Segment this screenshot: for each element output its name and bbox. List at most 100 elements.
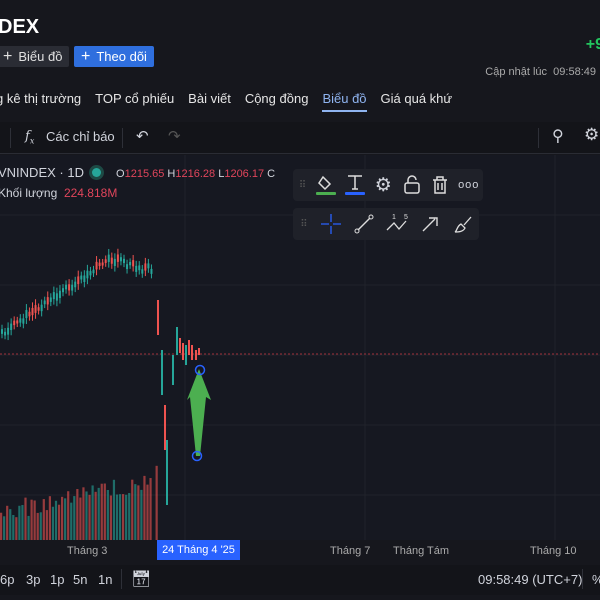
candle-body	[92, 269, 95, 274]
quick-search-icon[interactable]: ⚲	[552, 126, 564, 146]
candle-body	[141, 269, 144, 274]
volume-bar	[118, 494, 122, 540]
redo-icon[interactable]: ↷	[168, 127, 181, 145]
follow-button[interactable]: + Theo dõi	[74, 46, 154, 67]
volume-bar	[94, 491, 97, 540]
volume-bar	[15, 517, 18, 540]
go-to-date-icon[interactable]: 📅︎	[131, 569, 151, 589]
volume-bar	[67, 491, 70, 540]
candle-body	[176, 327, 178, 355]
candle-body	[34, 305, 37, 313]
undo-icon[interactable]: ↶	[136, 127, 149, 145]
text-icon[interactable]	[341, 169, 370, 201]
settings-icon[interactable]: ⚙	[584, 125, 599, 145]
tab-market-stats[interactable]: g kê thị trường	[0, 91, 81, 112]
trend-line-icon[interactable]	[348, 208, 381, 240]
candle-body	[138, 265, 141, 271]
symbol-title: DEX	[0, 16, 40, 38]
candle-body	[86, 270, 89, 279]
volume-bar	[36, 512, 39, 540]
volume-bar	[27, 515, 30, 540]
range-1p[interactable]: 1p	[50, 572, 64, 587]
volume-bar	[137, 485, 140, 540]
volume-bar	[109, 495, 112, 540]
candle-body	[55, 293, 58, 301]
paint-bucket-icon[interactable]	[312, 169, 341, 201]
percent-toggle[interactable]: %	[592, 572, 600, 587]
tab-community[interactable]: Cộng đồng	[245, 91, 309, 112]
time-axis[interactable]: Tháng 3 Tháng 7 Tháng Tám Tháng 10	[0, 540, 600, 562]
fx-icon: fx	[25, 129, 35, 146]
more-icon[interactable]: ooo	[455, 169, 484, 201]
volume-bar	[21, 505, 24, 540]
volume-bar	[97, 487, 100, 540]
candle-body	[43, 300, 46, 305]
candle-body	[83, 275, 86, 283]
open-label: O	[116, 168, 125, 180]
volume-bar	[70, 502, 73, 540]
range-6p[interactable]: 6p	[0, 572, 14, 587]
add-chart-label: Biểu đồ	[18, 49, 63, 64]
symbol-interval: VNINDEX · 1D	[0, 165, 84, 180]
volume-bar	[112, 479, 116, 540]
range-5n[interactable]: 5n	[73, 572, 87, 587]
candle-body	[135, 265, 138, 272]
candle-body	[10, 323, 13, 331]
axis-label: Tháng 10	[530, 545, 577, 557]
candle-body	[107, 254, 110, 262]
tab-history[interactable]: Giá quá khứ	[381, 91, 453, 112]
trash-icon[interactable]	[426, 169, 455, 201]
volume-bar	[51, 506, 55, 540]
candle-body	[198, 348, 200, 355]
candle-body	[28, 311, 31, 317]
axis-label: Tháng 7	[330, 545, 371, 557]
path-icon[interactable]: 15	[381, 208, 414, 240]
candle-body	[4, 331, 7, 336]
unlock-icon[interactable]	[398, 169, 427, 201]
volume-bar	[64, 498, 67, 540]
gear-icon[interactable]: ⚙	[369, 169, 398, 201]
volume-bar	[100, 483, 103, 540]
candle-body	[172, 355, 174, 385]
updated-value: 09:58:49	[553, 66, 596, 78]
tab-articles[interactable]: Bài viết	[188, 91, 231, 112]
drawing-toolbar: ⠿ ⚙ ooo	[293, 169, 483, 201]
candle-body	[123, 258, 125, 264]
crosshair-icon[interactable]	[315, 208, 348, 240]
drag-handle-icon[interactable]: ⠿	[293, 180, 312, 191]
volume-bar	[9, 509, 12, 540]
volume-bar	[146, 484, 149, 540]
brush-icon[interactable]	[446, 208, 479, 240]
follow-label: Theo dõi	[96, 49, 147, 64]
range-3p[interactable]: 3p	[26, 572, 40, 587]
candle-body	[80, 275, 83, 280]
candle-body	[52, 292, 55, 300]
volume-bar	[103, 483, 106, 540]
candle-body	[74, 281, 77, 288]
tab-chart[interactable]: Biểu đồ	[322, 91, 367, 112]
path-label: 1	[392, 214, 396, 221]
path-label: 5	[404, 214, 408, 221]
arrow-icon[interactable]	[413, 208, 446, 240]
axis-label: Tháng Tám	[393, 545, 450, 557]
volume-bar	[155, 465, 158, 540]
volume-bar	[39, 512, 42, 540]
candle-body	[1, 329, 3, 334]
volume-bar	[140, 489, 143, 540]
high-value: 1216.28	[175, 168, 216, 180]
volume-label: Khối lượng	[0, 186, 58, 200]
indicators-button[interactable]: Các chỉ báo	[46, 129, 115, 144]
tab-top-stocks[interactable]: TOP cổ phiếu	[95, 91, 174, 112]
drag-handle-icon[interactable]: ⠿	[293, 219, 315, 230]
candle-body	[89, 271, 92, 276]
axis-label: Tháng 3	[67, 545, 108, 557]
crosshair-date-badge: 24 Tháng 4 '25	[157, 540, 240, 560]
candle-body	[161, 350, 163, 395]
divider	[538, 128, 539, 148]
range-1n[interactable]: 1n	[98, 572, 112, 587]
close-label: C	[267, 168, 276, 180]
add-chart-button[interactable]: + Biểu đồ	[0, 46, 70, 67]
divider	[121, 569, 122, 589]
bottom-bar: 6p 3p 1p 5n 1n 📅︎ 09:58:49 (UTC+7) %	[0, 565, 600, 595]
candle-body	[25, 310, 28, 319]
